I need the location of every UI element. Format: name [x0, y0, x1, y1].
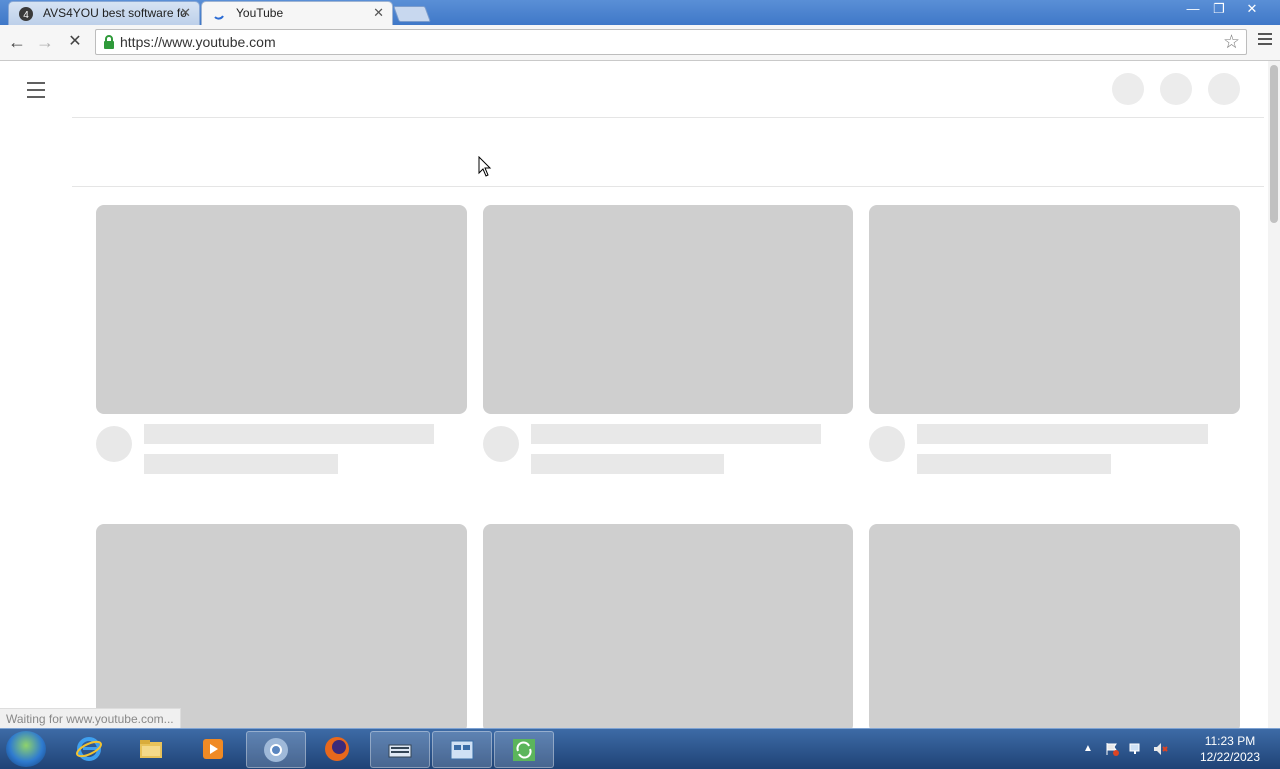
- meta-placeholder: [144, 454, 338, 474]
- start-button[interactable]: [6, 731, 46, 767]
- address-bar[interactable]: https://www.youtube.com ☆: [95, 29, 1247, 55]
- scrollbar-thumb[interactable]: [1270, 65, 1278, 223]
- title-placeholder: [531, 424, 821, 444]
- forward-button[interactable]: →: [34, 31, 56, 53]
- tab-avs4you[interactable]: 4 AVS4YOU best software fo ✕: [8, 1, 200, 25]
- file-explorer-icon: [140, 740, 162, 758]
- browser-toolbar: ← → ✕ https://www.youtube.com ☆: [0, 25, 1280, 61]
- meta-placeholder: [531, 454, 724, 474]
- video-thumbnail-placeholder: [96, 205, 467, 414]
- loading-spinner-icon: [214, 15, 224, 20]
- guide-menu-icon[interactable]: [27, 82, 45, 103]
- lock-icon: [104, 35, 114, 49]
- taskbar-media-player[interactable]: [184, 731, 242, 766]
- minimize-button[interactable]: —: [1180, 0, 1206, 18]
- volume-muted-icon[interactable]: [1152, 741, 1168, 757]
- chrome-menu-icon[interactable]: [1258, 33, 1272, 45]
- back-button[interactable]: ←: [6, 31, 28, 53]
- restore-button[interactable]: ❐: [1206, 0, 1232, 18]
- channel-avatar-placeholder: [483, 426, 519, 462]
- video-thumbnail-placeholder: [483, 205, 853, 414]
- network-icon[interactable]: [1128, 741, 1144, 757]
- new-tab-button[interactable]: [393, 6, 431, 22]
- media-player-icon: [203, 739, 223, 759]
- taskbar-sync-tool[interactable]: [494, 731, 554, 768]
- title-placeholder: [917, 424, 1208, 444]
- windows-taskbar: ▲ 11:23 PM 12/22/2023: [0, 728, 1280, 769]
- tab-title: YouTube: [236, 6, 284, 20]
- mouse-cursor-icon: [478, 156, 492, 177]
- chips-divider: [72, 186, 1264, 187]
- show-hidden-icons-icon[interactable]: ▲: [1080, 741, 1096, 757]
- stop-button[interactable]: ✕: [64, 31, 86, 53]
- placeholder-button: [1160, 73, 1192, 105]
- window-controls: — ❐ ✕: [1180, 0, 1272, 18]
- channel-avatar-placeholder: [96, 426, 132, 462]
- browser-titlebar: 4 AVS4YOU best software fo ✕ YouTube ✕ —…: [0, 0, 1280, 25]
- on-screen-keyboard-icon: [388, 744, 412, 758]
- video-thumbnail-placeholder: [869, 524, 1240, 728]
- action-center-flag-icon[interactable]: [1104, 741, 1120, 757]
- taskbar-control-panel[interactable]: [432, 731, 492, 768]
- header-divider: [72, 117, 1264, 118]
- clock-date: 12/22/2023: [1199, 750, 1260, 764]
- meta-placeholder: [917, 454, 1111, 474]
- placeholder-avatar: [1208, 73, 1240, 105]
- title-placeholder: [144, 424, 434, 444]
- internet-explorer-icon: [76, 737, 102, 761]
- bookmark-star-icon[interactable]: ☆: [1223, 31, 1240, 54]
- taskbar-on-screen-keyboard[interactable]: [370, 731, 430, 768]
- tab-title: AVS4YOU best software fo: [43, 6, 187, 20]
- status-bubble: Waiting for www.youtube.com...: [0, 708, 181, 729]
- system-clock[interactable]: 11:23 PM 12/22/2023: [1200, 733, 1260, 765]
- video-thumbnail-placeholder: [869, 205, 1240, 414]
- chrome-icon: [264, 738, 288, 762]
- tab-close-icon[interactable]: ✕: [373, 2, 384, 24]
- taskbar-internet-explorer[interactable]: [60, 731, 118, 766]
- close-window-button[interactable]: ✕: [1232, 0, 1272, 18]
- address-text: https://www.youtube.com: [120, 34, 276, 50]
- video-thumbnail-placeholder: [96, 524, 467, 728]
- video-thumbnail-placeholder: [483, 524, 853, 728]
- taskbar-firefox[interactable]: [308, 731, 366, 766]
- tab-close-icon[interactable]: ✕: [180, 2, 191, 24]
- taskbar-chrome[interactable]: [246, 731, 306, 768]
- clock-time: 11:23 PM: [1204, 734, 1256, 748]
- system-tray: ▲ 11:23 PM 12/22/2023: [1080, 729, 1280, 769]
- channel-avatar-placeholder: [869, 426, 905, 462]
- firefox-icon: [325, 737, 349, 761]
- taskbar-file-explorer[interactable]: [122, 731, 180, 766]
- sync-tool-icon: [513, 739, 535, 761]
- youtube-page: [0, 61, 1268, 728]
- svg-text:4: 4: [23, 10, 29, 21]
- avs4you-favicon-icon: 4: [19, 7, 33, 21]
- control-panel-icon: [450, 740, 474, 760]
- placeholder-button: [1112, 73, 1144, 105]
- tab-youtube[interactable]: YouTube ✕: [201, 1, 393, 25]
